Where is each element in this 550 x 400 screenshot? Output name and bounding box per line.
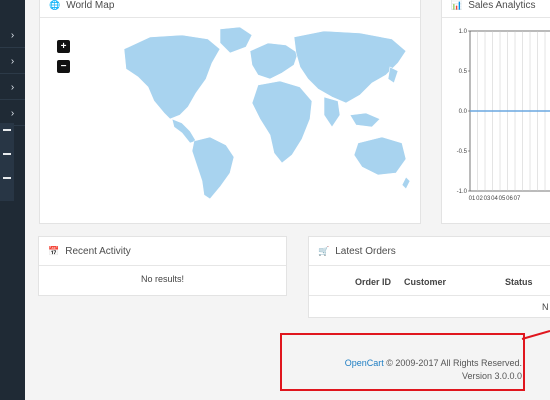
sidebar-progress-2 — [3, 153, 11, 155]
footer-copyright: OpenCart © 2009-2017 All Rights Reserved… — [345, 358, 522, 368]
chart-x-tick-label: 05 — [499, 196, 506, 202]
column-status: Status — [505, 277, 533, 287]
zoom-in-button[interactable]: + — [57, 40, 70, 53]
orders-partial-text: N — [542, 302, 549, 312]
sidebar-progress-1 — [3, 129, 11, 131]
shopping-cart-icon: 🛒 — [318, 245, 330, 256]
chart-x-tick-label: 01 — [469, 196, 476, 202]
world-map-header: 🌐 World Map — [40, 0, 420, 18]
chevron-right-icon: › — [10, 29, 15, 41]
sales-chart: 1.0 0.5 0.0 -0.5 -1.001 02 03 04 05 06 07 — [457, 29, 550, 202]
bar-chart-icon: 📊 — [451, 0, 463, 10]
sidebar-item-3[interactable]: › — [0, 74, 25, 100]
chart-x-tick-label: 04 — [491, 196, 498, 202]
chart-x-tick-label: 02 — [476, 196, 483, 202]
no-results-text: No results! — [140, 274, 184, 284]
sidebar-progress-3 — [3, 177, 11, 179]
sales-analytics-header: 📊 Sales Analytics — [442, 0, 550, 18]
chart-y-tick-label: -0.5 — [457, 149, 468, 155]
column-order-id: Order ID — [355, 277, 392, 287]
chart-y-tick-label: 1.0 — [459, 29, 468, 35]
chevron-right-icon: › — [10, 107, 15, 119]
annotation-arrow — [521, 330, 550, 340]
recent-activity-panel: 📅 Recent Activity No results! — [38, 236, 287, 296]
sidebar-item-2[interactable]: › — [0, 48, 25, 74]
chart-x-tick-label: 06 — [506, 196, 513, 202]
recent-activity-header: 📅 Recent Activity — [39, 237, 286, 266]
copyright-text: © 2009-2017 All Rights Reserved. — [386, 358, 522, 368]
chevron-right-icon: › — [10, 55, 15, 67]
world-map-panel: 🌐 World Map + − — [39, 0, 421, 224]
chart-x-tick-label: 03 — [484, 196, 491, 202]
sidebar-item-1[interactable]: › — [0, 22, 25, 48]
latest-orders-header: 🛒 Latest Orders — [309, 237, 550, 266]
zoom-out-button[interactable]: − — [57, 60, 70, 73]
table-header-divider — [309, 295, 550, 296]
footer-version: Version 3.0.0.0 — [461, 371, 522, 381]
world-map[interactable] — [110, 23, 410, 203]
world-map-title: World Map — [66, 0, 115, 11]
latest-orders-title: Latest Orders — [335, 245, 396, 257]
chart-y-tick-label: 0.5 — [459, 69, 468, 75]
globe-icon: 🌐 — [49, 0, 61, 10]
chart-x-tick-label: 07 — [514, 196, 521, 202]
opencart-link[interactable]: OpenCart — [345, 358, 384, 368]
chevron-right-icon: › — [10, 81, 15, 93]
column-customer: Customer — [404, 277, 447, 287]
chart-y-tick-label: 0.0 — [459, 109, 468, 115]
chart-y-tick-label: -1.0 — [457, 189, 468, 195]
sidebar-stats — [0, 123, 14, 201]
latest-orders-panel: 🛒 Latest Orders Order ID Customer Status… — [308, 236, 550, 318]
sidebar: › › › › — [0, 0, 25, 400]
sales-analytics-panel: 📊 Sales Analytics 1.0 0.5 0.0 -0.5 -1.0 01 02 0… — [441, 0, 550, 224]
calendar-icon: 📅 — [48, 245, 60, 256]
sales-analytics-title: Sales Analytics — [468, 0, 536, 11]
recent-activity-title: Recent Activity — [65, 245, 131, 257]
